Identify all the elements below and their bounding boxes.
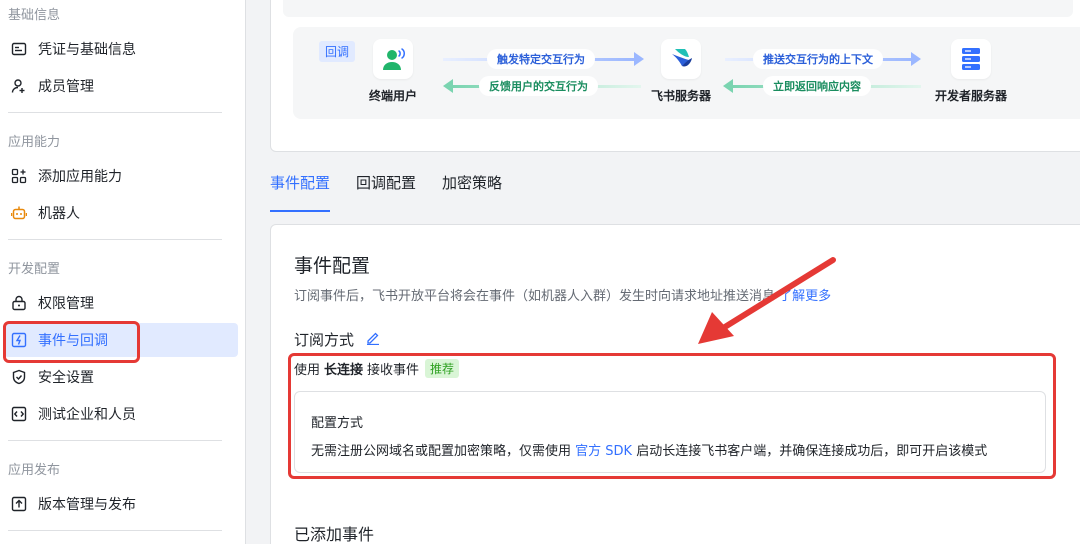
sidebar-item-credentials[interactable]: 凭证与基础信息 (4, 32, 238, 66)
node-developer-server: 开发者服务器 (923, 39, 1019, 104)
flow-top-strip (283, 0, 1073, 17)
sidebar-item-label: 机器人 (38, 206, 80, 222)
shield-icon (10, 368, 28, 386)
sidebar-item-label: 测试企业和人员 (38, 407, 136, 423)
divider (8, 239, 222, 240)
subscribe-mode-label: 订阅方式 (294, 329, 380, 350)
sidebar-item-label: 权限管理 (38, 296, 94, 312)
arrow-label-feedback: 反馈用户的交互行为 (479, 76, 598, 96)
page-title: 事件配置 (294, 255, 371, 277)
sidebar-item-label: 版本管理与发布 (38, 497, 136, 513)
highlight-box-subscribe (288, 353, 1056, 479)
robot-icon (10, 204, 28, 222)
section-title-release: 应用发布 (8, 463, 61, 478)
divider (8, 440, 222, 441)
sidebar-item-test-tenants[interactable]: 测试企业和人员 (4, 397, 238, 431)
tab-callback-config[interactable]: 回调配置 (356, 172, 416, 212)
sidebar-item-robot[interactable]: 机器人 (4, 196, 238, 230)
sidebar-item-members[interactable]: 成员管理 (4, 69, 238, 103)
node-label: 终端用户 (368, 89, 417, 103)
server-icon (951, 39, 991, 79)
sidebar-item-security[interactable]: 安全设置 (4, 360, 238, 394)
sidebar: 基础信息 凭证与基础信息 成员管理 应用能力 添加应用能力 机器人 开发配置 权… (0, 0, 246, 544)
config-tabs: 事件配置 回调配置 加密策略 (270, 172, 528, 212)
tab-encryption[interactable]: 加密策略 (442, 172, 502, 212)
sidebar-item-label: 安全设置 (38, 370, 94, 386)
sidebar-item-label: 添加应用能力 (38, 169, 122, 185)
node-label: 飞书服务器 (650, 89, 711, 103)
subscribe-label-text: 订阅方式 (294, 331, 355, 349)
divider (8, 530, 222, 531)
arrow-head-right-icon (911, 52, 921, 66)
arrow-label-respond: 立即返回响应内容 (763, 76, 871, 96)
arrow-label-trigger: 触发特定交互行为 (487, 49, 595, 69)
sidebar-item-add-capability[interactable]: 添加应用能力 (4, 159, 238, 193)
divider (8, 112, 222, 113)
section-title-basic: 基础信息 (8, 8, 61, 23)
sidebar-item-label: 凭证与基础信息 (38, 42, 136, 58)
sidebar-item-label: 成员管理 (38, 79, 94, 95)
highlight-box-sidebar (3, 321, 140, 363)
arrow-label-push: 推送交互行为的上下文 (753, 49, 883, 69)
code-icon (10, 405, 28, 423)
edit-icon[interactable] (366, 331, 380, 349)
flow-card: 回调 终端用户 触发特定交互行为 反馈用户的交互行为 飞书服务器 推送交互行为的… (270, 0, 1080, 152)
arrow-head-left-icon (443, 79, 453, 93)
sidebar-item-versions[interactable]: 版本管理与发布 (4, 487, 238, 521)
apps-plus-icon (10, 167, 28, 185)
feishu-logo-icon (661, 39, 701, 79)
credential-icon (10, 40, 28, 58)
callback-flow-diagram: 回调 终端用户 触发特定交互行为 反馈用户的交互行为 飞书服务器 推送交互行为的… (293, 27, 1080, 119)
sidebar-item-permissions[interactable]: 权限管理 (4, 286, 238, 320)
upload-icon (10, 495, 28, 513)
node-end-user: 终端用户 (353, 39, 433, 104)
added-events-title: 已添加事件 (294, 525, 375, 544)
lock-icon (10, 294, 28, 312)
add-user-icon (10, 77, 28, 95)
tab-event-config[interactable]: 事件配置 (270, 172, 331, 212)
user-icon (373, 39, 413, 79)
section-title-dev-config: 开发配置 (8, 262, 61, 277)
callback-tag: 回调 (319, 41, 356, 62)
node-feishu-server: 飞书服务器 (639, 39, 723, 104)
arrow-head-left-icon (723, 79, 733, 93)
section-title-capability: 应用能力 (8, 135, 61, 150)
node-label: 开发者服务器 (934, 89, 1007, 103)
annotation-arrow-icon (698, 257, 836, 344)
